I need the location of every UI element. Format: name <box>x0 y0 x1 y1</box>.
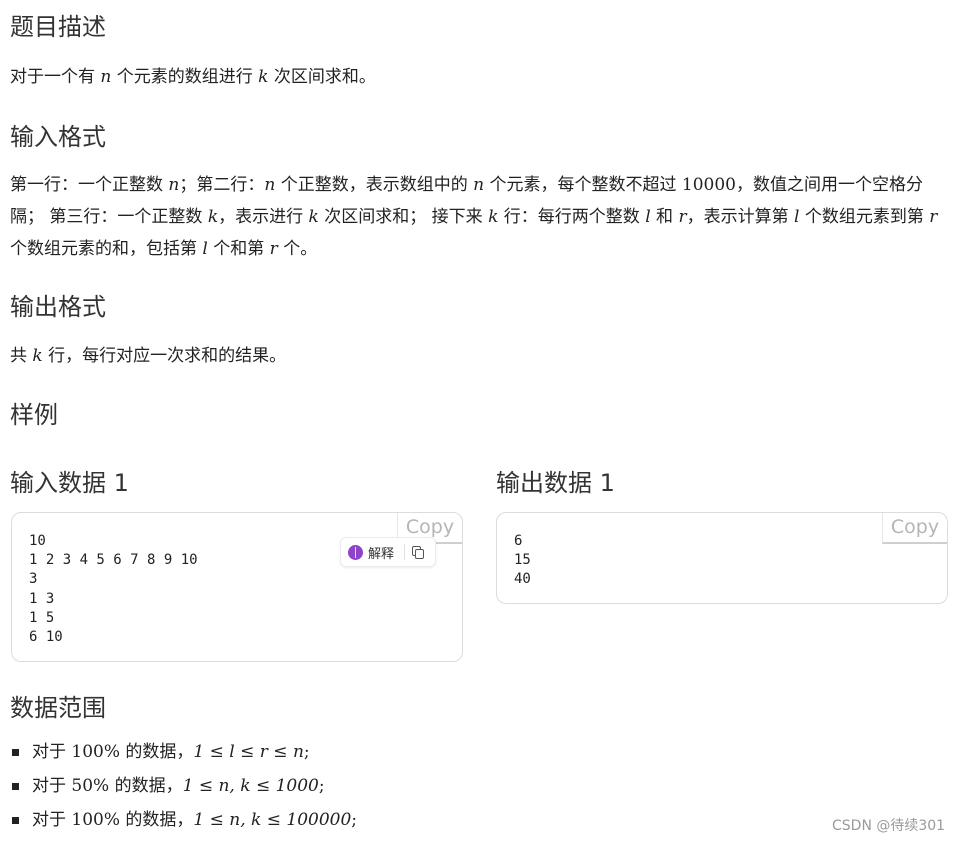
watermark: CSDN @待续301 <box>832 818 946 834</box>
list-item: 对于 100% 的数据，1 ≤ n, k ≤ 100000; <box>10 803 357 837</box>
toolbar-divider <box>404 544 406 560</box>
sample-input-title: 输入数据 1 <box>10 469 129 497</box>
copy-button[interactable]: Copy <box>882 513 947 544</box>
description-text: 对于一个有 n 个元素的数组进行 k 次区间求和。 <box>10 67 376 87</box>
output-format-text: 共 k 行，每行对应一次求和的结果。 <box>10 346 287 366</box>
sample-output-code[interactable]: 6 15 40 <box>514 532 531 590</box>
data-range-list: 对于 100% 的数据，1 ≤ l ≤ r ≤ n; 对于 50% 的数据，1 … <box>10 735 357 837</box>
copy-icon[interactable] <box>412 546 425 559</box>
sample-output-title: 输出数据 1 <box>496 469 615 497</box>
list-item: 对于 100% 的数据，1 ≤ l ≤ r ≤ n; <box>10 735 357 769</box>
sample-input-code[interactable]: 10 1 2 3 4 5 6 7 8 9 10 3 1 3 1 5 6 10 <box>29 532 198 647</box>
list-item: 对于 50% 的数据，1 ≤ n, k ≤ 1000; <box>10 769 357 803</box>
heading-output-format: 输出格式 <box>10 293 106 321</box>
heading-sample: 样例 <box>10 401 58 429</box>
explain-toolbar: 解释 <box>340 537 436 567</box>
input-format-text: 第一行：一个正整数 n；第二行：n 个正整数，表示数组中的 n 个元素，每个整数… <box>10 175 938 259</box>
heading-description: 题目描述 <box>10 13 106 41</box>
sample-input-box: 10 1 2 3 4 5 6 7 8 9 10 3 1 3 1 5 6 10 C… <box>11 512 463 662</box>
sample-output-box: 6 15 40 Copy <box>496 512 948 604</box>
heading-input-format: 输入格式 <box>10 123 106 151</box>
explain-button[interactable]: 解释 <box>368 543 394 562</box>
heading-data-range: 数据范围 <box>10 694 106 722</box>
brain-icon[interactable] <box>348 544 363 560</box>
